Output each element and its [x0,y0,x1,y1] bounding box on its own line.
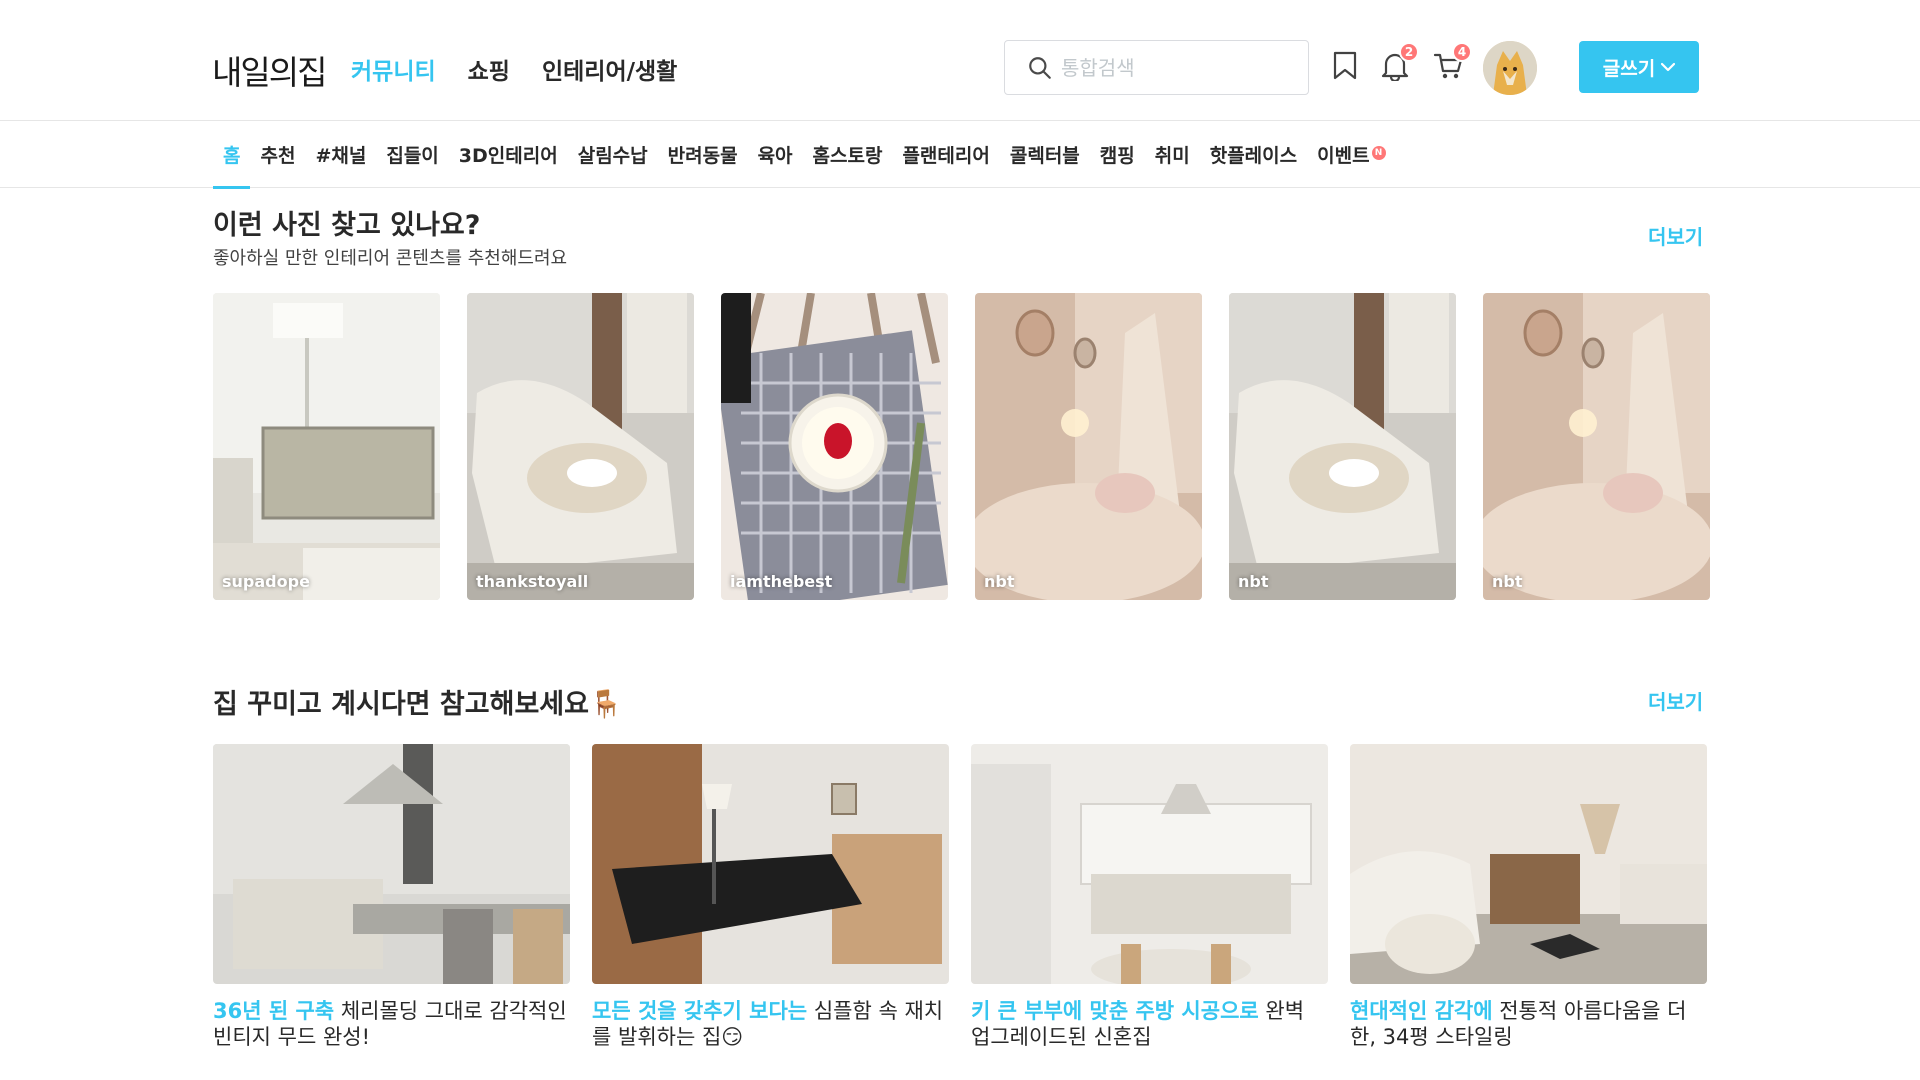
sub-nav-planterior[interactable]: 플랜테리어 [892,121,999,188]
main-nav-interior-life[interactable]: 인테리어/생활 [542,52,677,86]
sub-nav-homestaurant[interactable]: 홈스토랑 [803,121,893,188]
sub-nav-camping[interactable]: 캠핑 [1090,121,1145,188]
story-card[interactable]: 현대적인 감각에 전통적 아름다움을 더한, 34평 스타일링 [1350,744,1707,1050]
sub-nav-event[interactable]: 이벤트 N [1307,121,1395,188]
photo-image [1229,293,1456,600]
photo-image [467,293,694,600]
cart-button[interactable]: 4 [1432,42,1472,82]
card-row: 36년 된 구축 체리몰딩 그대로 감각적인 빈티지 무드 완성! 모든 것을 … [213,744,1707,1050]
notification-button[interactable]: 2 [1379,42,1419,82]
photo-image [975,293,1202,600]
sub-nav-channel[interactable]: #채널 [305,121,376,188]
write-button-label: 글쓰기 [1602,57,1656,80]
new-badge: N [1371,145,1386,160]
photo-username: thankstoyall [476,572,589,591]
chevron-down-icon [1661,62,1676,72]
sub-nav-hobby[interactable]: 취미 [1145,121,1200,188]
photo-username: nbt [1492,572,1523,591]
story-image [592,744,949,984]
story-image [213,744,570,984]
photo-username: nbt [984,572,1015,591]
section-photo-subtitle: 좋아하실 만한 인테리어 콘텐츠를 추천해드려요 [213,248,568,269]
search-box [1004,40,1309,95]
section-housewarming-title: 집 꾸미고 계시다면 참고해보세요🪑 [213,689,623,720]
avatar[interactable] [1483,41,1537,95]
story-image [1350,744,1707,984]
photo-username: nbt [1238,572,1269,591]
photo-image [721,293,948,600]
sub-nav-event-label: 이벤트 [1317,145,1370,167]
sub-nav-housewarming[interactable]: 집들이 [376,121,448,188]
story-caption-highlight: 키 큰 부부에 맞춘 주방 시공으로 [971,999,1259,1023]
notification-badge: 2 [1399,42,1419,62]
story-caption: 키 큰 부부에 맞춘 주방 시공으로 완벽 업그레이드된 신혼집 [971,998,1328,1050]
story-thumbnail [1350,744,1707,984]
sub-nav-3d-interior[interactable]: 3D인테리어 [449,121,568,188]
photo-card[interactable]: thankstoyall [467,293,694,600]
photo-username: iamthebest [730,572,833,591]
section-housewarming-more-link[interactable]: 더보기 [1648,686,1703,715]
photo-card[interactable]: nbt [975,293,1202,600]
sub-nav-pets[interactable]: 반려동물 [658,121,748,188]
main-nav-community[interactable]: 커뮤니티 [351,52,436,86]
main-nav-shopping[interactable]: 쇼핑 [468,52,510,86]
story-card[interactable]: 키 큰 부부에 맞춘 주방 시공으로 완벽 업그레이드된 신혼집 [971,744,1328,1050]
cart-badge: 4 [1452,42,1472,62]
photo-card[interactable]: supadope [213,293,440,600]
photo-username: supadope [222,572,310,591]
photo-image [213,293,440,600]
story-caption: 36년 된 구축 체리몰딩 그대로 감각적인 빈티지 무드 완성! [213,998,570,1050]
story-card[interactable]: 모든 것을 갖추기 보다는 심플함 속 재치를 발휘하는 집😏 [592,744,949,1050]
bookmark-icon [1333,51,1357,80]
sub-nav: 홈 추천 #채널 집들이 3D인테리어 살림수납 반려동물 육아 홈스토랑 플랜… [0,121,1920,189]
sub-nav-storage[interactable]: 살림수납 [568,121,658,188]
story-thumbnail [592,744,949,984]
photo-image [1483,293,1710,600]
section-photo-title: 이런 사진 찾고 있나요? [213,210,481,241]
story-thumbnail [971,744,1328,984]
story-card[interactable]: 36년 된 구축 체리몰딩 그대로 감각적인 빈티지 무드 완성! [213,744,570,1050]
search-icon [1029,57,1051,79]
sub-nav-parenting[interactable]: 육아 [748,121,803,188]
photo-card[interactable]: iamthebest [721,293,948,600]
sub-nav-collectible[interactable]: 콜렉터블 [1000,121,1090,188]
sub-nav-recommend[interactable]: 추천 [250,121,305,188]
search-input[interactable] [1061,51,1291,85]
story-image [971,744,1328,984]
photo-row: supadope thankstoyall iamthebest nbt nbt… [213,293,1710,600]
avatar-image [1483,41,1537,95]
section-photo-more-link[interactable]: 더보기 [1648,221,1703,250]
sub-nav-home[interactable]: 홈 [213,121,251,189]
story-caption: 현대적인 감각에 전통적 아름다움을 더한, 34평 스타일링 [1350,998,1707,1050]
photo-card[interactable]: nbt [1483,293,1710,600]
story-caption: 모든 것을 갖추기 보다는 심플함 속 재치를 발휘하는 집😏 [592,998,949,1050]
sub-nav-hotplace[interactable]: 핫플레이스 [1200,121,1307,188]
story-thumbnail [213,744,570,984]
top-header: 내일의집 커뮤니티 쇼핑 인테리어/생활 2 4 [0,0,1920,121]
photo-card[interactable]: nbt [1229,293,1456,600]
write-button[interactable]: 글쓰기 [1579,41,1699,93]
logo[interactable]: 내일의집 [212,46,327,94]
story-caption-highlight: 현대적인 감각에 [1350,999,1493,1023]
main-nav: 커뮤니티 쇼핑 인테리어/생활 [351,52,677,86]
story-caption-highlight: 모든 것을 갖추기 보다는 [592,999,808,1023]
bookmark-button[interactable] [1329,50,1361,82]
story-caption-highlight: 36년 된 구축 [213,999,335,1023]
